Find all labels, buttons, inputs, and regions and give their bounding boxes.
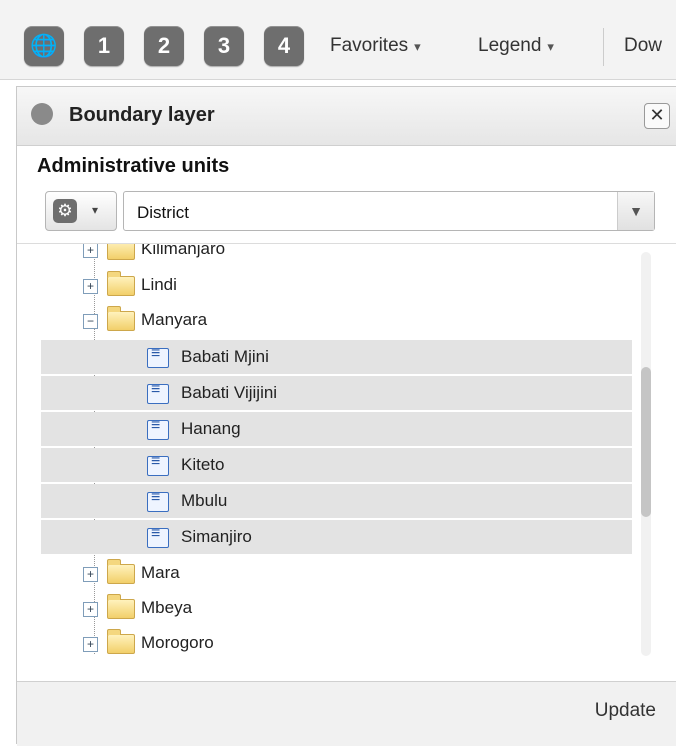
tree-item-label: Simanjiro [181, 527, 252, 546]
collapse-icon[interactable]: − [83, 314, 98, 329]
tree-item-label: Morogoro [141, 633, 214, 652]
favorites-menu[interactable]: Favorites ▾ [330, 35, 421, 57]
top-toolbar: 🌐 1 2 3 4 Favorites ▾ Legend ▾ Dow [0, 0, 676, 80]
layout-button-1[interactable]: 1 [84, 26, 124, 66]
update-button[interactable]: Update [595, 700, 656, 722]
leaf-icon [147, 417, 169, 440]
tree-item-label: Lindi [141, 275, 177, 294]
expand-icon[interactable]: + [83, 637, 98, 652]
gear-icon: ⚙ [53, 199, 77, 223]
tree-item-label: Babati Mjini [181, 347, 269, 366]
leaf-icon [147, 525, 169, 548]
tree-scrollbar[interactable] [641, 252, 651, 656]
favorites-label: Favorites [330, 35, 409, 56]
boundary-layer-panel: Boundary layer ✕ Administrative units ⚙ … [16, 86, 676, 746]
tree-item-babati-mjini[interactable]: Babati Mjini [41, 340, 632, 374]
expand-icon[interactable]: + [83, 567, 98, 582]
panel-header: Boundary layer ✕ [17, 87, 676, 146]
chevron-down-icon: ▾ [547, 39, 554, 54]
chevron-down-icon[interactable]: ▼ [617, 192, 654, 230]
legend-menu[interactable]: Legend ▾ [478, 35, 554, 57]
tree-item-label: Mbeya [141, 598, 193, 617]
panel-title: Boundary layer [69, 104, 215, 126]
tree-item-lindi[interactable]: + Lindi [17, 268, 632, 302]
leaf-icon [147, 345, 169, 368]
globe-icon [31, 103, 53, 125]
leaf-icon [147, 489, 169, 512]
close-button[interactable]: ✕ [644, 103, 670, 129]
tree-item-label: Kilimanjaro [141, 243, 226, 258]
tree-item-label: Mara [141, 563, 180, 582]
select-value: District [137, 203, 189, 222]
tree-item-simanjiro[interactable]: Simanjiro [41, 520, 632, 554]
folder-open-icon [107, 306, 135, 331]
tree-item-kilimanjaro[interactable]: + Kilimanjaro [17, 243, 632, 266]
tree-item-mbeya[interactable]: + Mbeya [17, 591, 632, 625]
layout-button-3[interactable]: 3 [204, 26, 244, 66]
tree-item-babati-vijijini[interactable]: Babati Vijijini [41, 376, 632, 410]
tree-item-label: Hanang [181, 419, 241, 438]
tree-item-label: Kiteto [181, 455, 225, 474]
admin-level-select[interactable]: District ▼ [123, 191, 655, 231]
options-button[interactable]: ⚙ ▾ [45, 191, 117, 231]
folder-icon [107, 594, 135, 619]
layout-button-4[interactable]: 4 [264, 26, 304, 66]
tree-item-mbulu[interactable]: Mbulu [41, 484, 632, 518]
tree-item-hanang[interactable]: Hanang [41, 412, 632, 446]
panel-footer: Update [17, 681, 676, 746]
org-unit-tree: + Kilimanjaro + Lindi − Manyara Babati M… [17, 243, 676, 664]
tree-item-mara[interactable]: + Mara [17, 556, 632, 590]
leaf-icon [147, 381, 169, 404]
scrollbar-thumb[interactable] [641, 367, 651, 517]
folder-icon [107, 244, 135, 260]
tree-item-manyara[interactable]: − Manyara [17, 303, 632, 337]
folder-icon [107, 271, 135, 296]
layout-button-2[interactable]: 2 [144, 26, 184, 66]
download-menu[interactable]: Dow [624, 35, 662, 57]
leaf-icon [147, 453, 169, 476]
section-title: Administrative units [37, 155, 230, 177]
chevron-down-icon: ▾ [92, 203, 99, 217]
folder-icon [107, 629, 135, 654]
tree-item-label: Mbulu [181, 491, 228, 510]
expand-icon[interactable]: + [83, 279, 98, 294]
tree-item-kiteto[interactable]: Kiteto [41, 448, 632, 482]
tree-item-morogoro[interactable]: + Morogoro [17, 626, 632, 660]
toolbar-divider [603, 28, 604, 66]
globe-icon[interactable]: 🌐 [24, 26, 64, 66]
expand-icon[interactable]: + [83, 244, 98, 258]
legend-label: Legend [478, 35, 542, 56]
expand-icon[interactable]: + [83, 602, 98, 617]
tree-item-label: Manyara [141, 310, 208, 329]
tree-item-label: Babati Vijijini [181, 383, 278, 402]
folder-icon [107, 559, 135, 584]
chevron-down-icon: ▾ [414, 39, 421, 54]
